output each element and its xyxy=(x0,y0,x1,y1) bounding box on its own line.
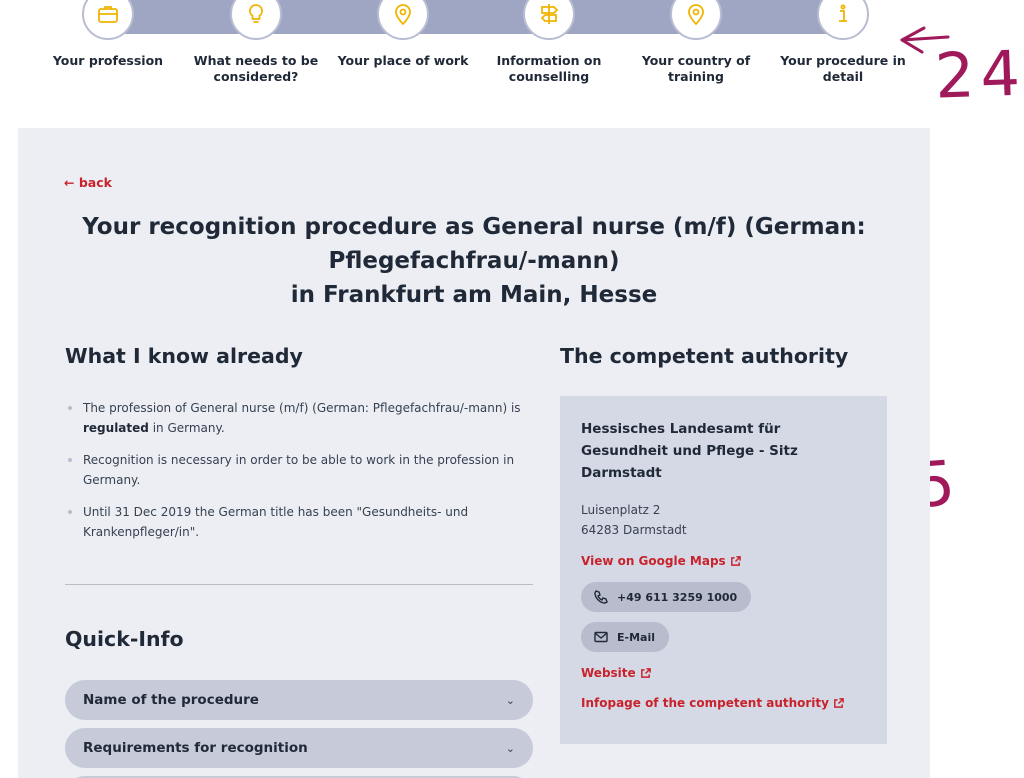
email-label: E-Mail xyxy=(617,630,655,644)
title-line: Pflegefachfrau/-mann) xyxy=(328,248,620,274)
accordion-label: Requirements for recognition xyxy=(83,740,308,756)
authority-heading: The competent authority xyxy=(560,344,849,368)
email-button[interactable]: E-Mail xyxy=(581,622,669,652)
authority-name: Hessisches Landesamt für Gesundheit und … xyxy=(581,421,798,481)
link-label: Website xyxy=(581,666,636,680)
list-item: Until 31 Dec 2019 the German title has b… xyxy=(65,502,535,542)
step-label: What needs to be considered? xyxy=(193,53,319,84)
list-item: The profession of General nurse (m/f) (G… xyxy=(65,398,535,438)
accordion-name-of-procedure[interactable]: Name of the procedure ⌄ xyxy=(65,680,533,720)
authority-box: Hessisches Landesamt für Gesundheit und … xyxy=(560,396,887,744)
address-city: 64283 Darmstadt xyxy=(581,523,687,537)
list-item-bold: regulated xyxy=(83,421,149,435)
step-label: Your profession xyxy=(52,53,164,68)
chevron-down-icon: ⌄ xyxy=(505,741,515,755)
chevron-down-icon: ⌄ xyxy=(505,693,515,707)
link-label: Infopage of the competent authority xyxy=(581,696,829,710)
phone-button[interactable]: +49 611 3259 1000 xyxy=(581,582,752,612)
step-label: Your procedure in detail xyxy=(780,53,906,84)
progress-stepper: Your profession What needs to be conside… xyxy=(0,0,1024,110)
authority-address: Luisenplatz 2 64283 Darmstadt xyxy=(581,500,687,540)
lightbulb-icon xyxy=(230,0,282,40)
divider xyxy=(65,584,533,585)
phone-icon xyxy=(594,590,608,604)
infopage-link[interactable]: Infopage of the competent authority xyxy=(581,696,844,710)
step-label: Information on counselling xyxy=(496,53,602,84)
briefcase-icon xyxy=(82,0,134,40)
main-panel: ← back Your recognition procedure as Gen… xyxy=(18,128,930,778)
list-item: Recognition is necessary in order to be … xyxy=(65,450,535,490)
title-line: Your recognition procedure as General nu… xyxy=(82,214,866,240)
map-pin-icon xyxy=(377,0,429,40)
list-item-text: The profession of General nurse (m/f) (G… xyxy=(83,401,521,415)
list-item-text: Until 31 Dec 2019 the German title has b… xyxy=(83,505,469,539)
map-pin-icon xyxy=(670,0,722,40)
page-title: Your recognition procedure as General nu… xyxy=(58,210,890,312)
step-label: Your country of training xyxy=(641,53,751,84)
accordion-label: Name of the procedure xyxy=(83,692,259,708)
list-item-text: in Germany. xyxy=(148,421,225,435)
back-link[interactable]: ← back xyxy=(64,175,112,190)
address-street: Luisenplatz 2 xyxy=(581,503,661,517)
external-link-icon xyxy=(640,667,651,678)
know-list: The profession of General nurse (m/f) (G… xyxy=(65,398,535,554)
title-line: in Frankfurt am Main, Hesse xyxy=(290,282,658,308)
info-icon xyxy=(817,0,869,40)
know-heading: What I know already xyxy=(65,344,303,368)
phone-number: +49 611 3259 1000 xyxy=(617,590,738,604)
accordion-requirements[interactable]: Requirements for recognition ⌄ xyxy=(65,728,533,768)
list-item-text: Recognition is necessary in order to be … xyxy=(83,453,515,487)
mail-icon xyxy=(594,631,608,643)
external-link-icon xyxy=(834,697,844,708)
quick-info-heading: Quick-Info xyxy=(65,627,184,651)
website-link[interactable]: Website xyxy=(581,666,651,680)
stepper-bar xyxy=(108,0,848,34)
signpost-icon xyxy=(523,0,575,40)
link-label: View on Google Maps xyxy=(581,554,726,568)
external-link-icon xyxy=(730,555,741,566)
google-maps-link[interactable]: View on Google Maps xyxy=(581,554,741,568)
step-label: Your place of work xyxy=(337,53,469,68)
